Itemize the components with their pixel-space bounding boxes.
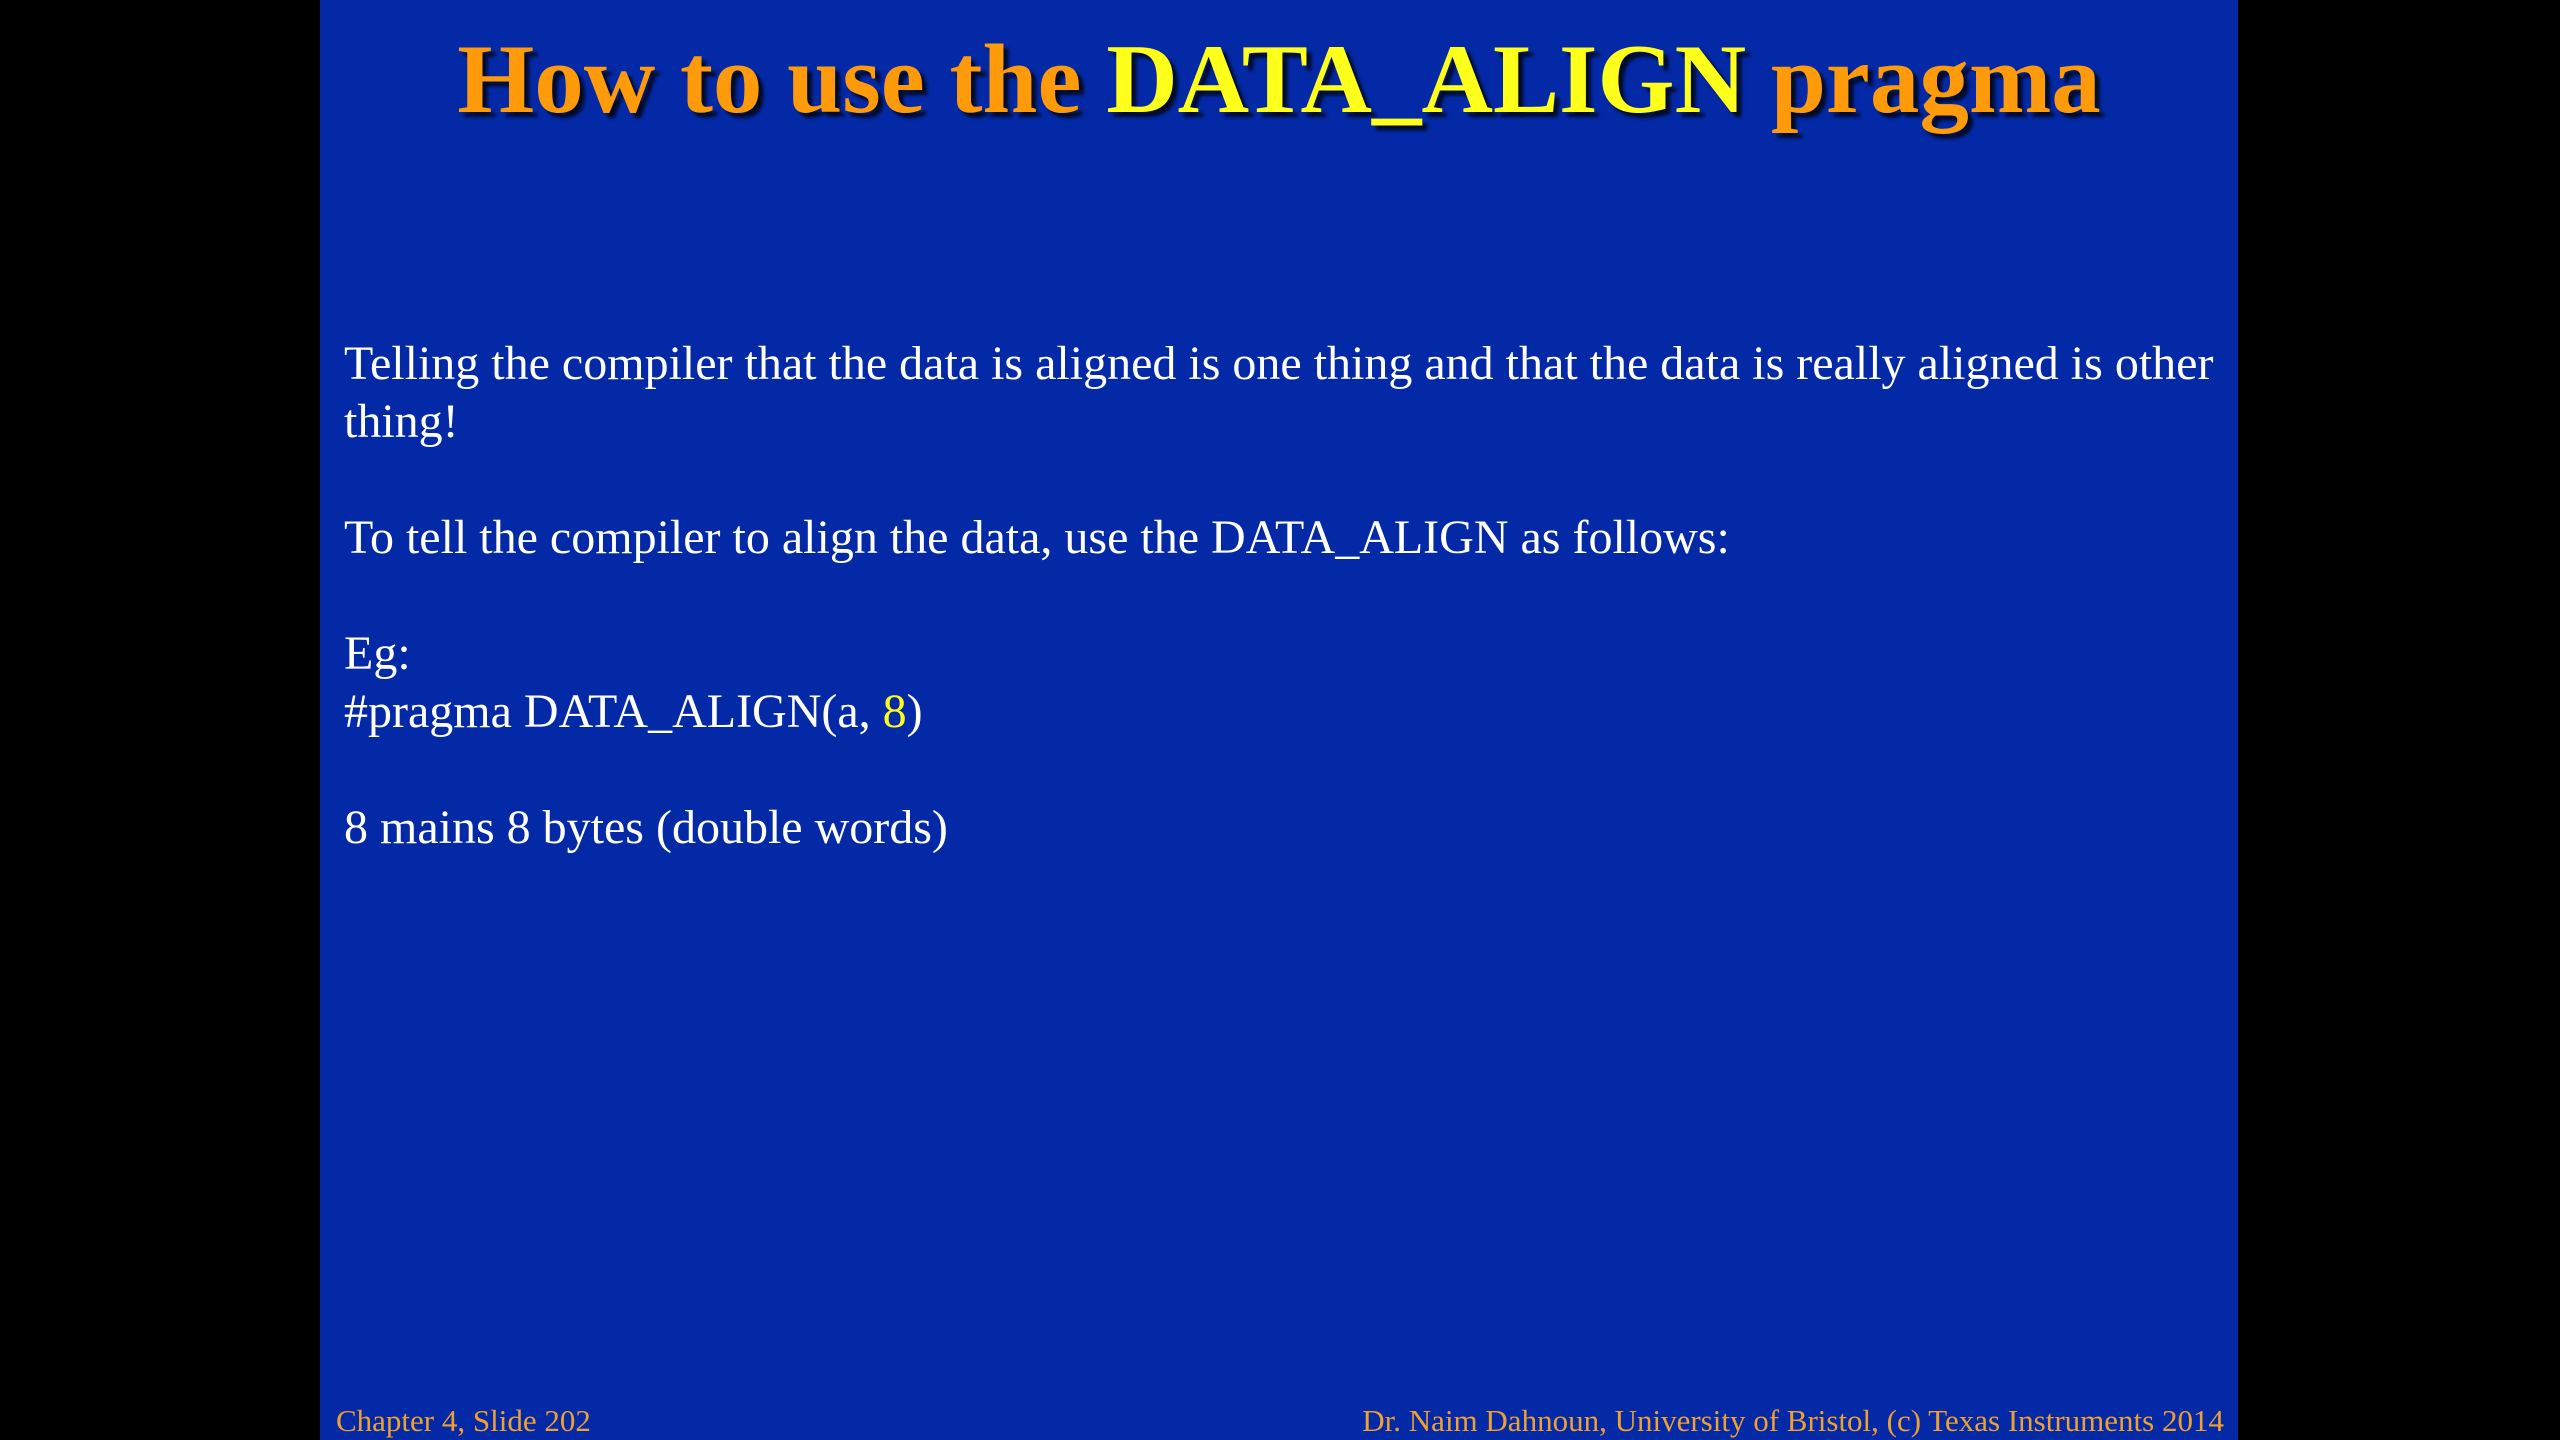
code-example: #pragma DATA_ALIGN(a, 8) [344, 683, 2224, 741]
slide-body: Telling the compiler that the data is al… [344, 335, 2224, 857]
code-alignment-value: 8 [882, 685, 907, 738]
paragraph-explanation: 8 mains 8 bytes (double words) [344, 801, 948, 854]
slide: How to use the DATA_ALIGN pragma Telling… [320, 0, 2238, 1440]
title-keyword: DATA_ALIGN [1106, 25, 1747, 134]
title-part-3: pragma [1746, 25, 2101, 134]
footer-credits: Dr. Naim Dahnoun, University of Bristol,… [1362, 1403, 2224, 1438]
slide-title: How to use the DATA_ALIGN pragma [320, 20, 2238, 140]
paragraph-aligned-note: Telling the compiler that the data is al… [344, 337, 2214, 448]
code-prefix: #pragma DATA_ALIGN(a, [344, 685, 883, 738]
code-suffix: ) [906, 685, 923, 738]
screen: How to use the DATA_ALIGN pragma Telling… [0, 0, 2560, 1440]
example-label: Eg: [344, 627, 411, 680]
footer-slide-number: Chapter 4, Slide 202 [336, 1403, 591, 1438]
paragraph-instruction: To tell the compiler to align the data, … [344, 511, 1730, 564]
title-part-1: How to use the [457, 25, 1107, 134]
